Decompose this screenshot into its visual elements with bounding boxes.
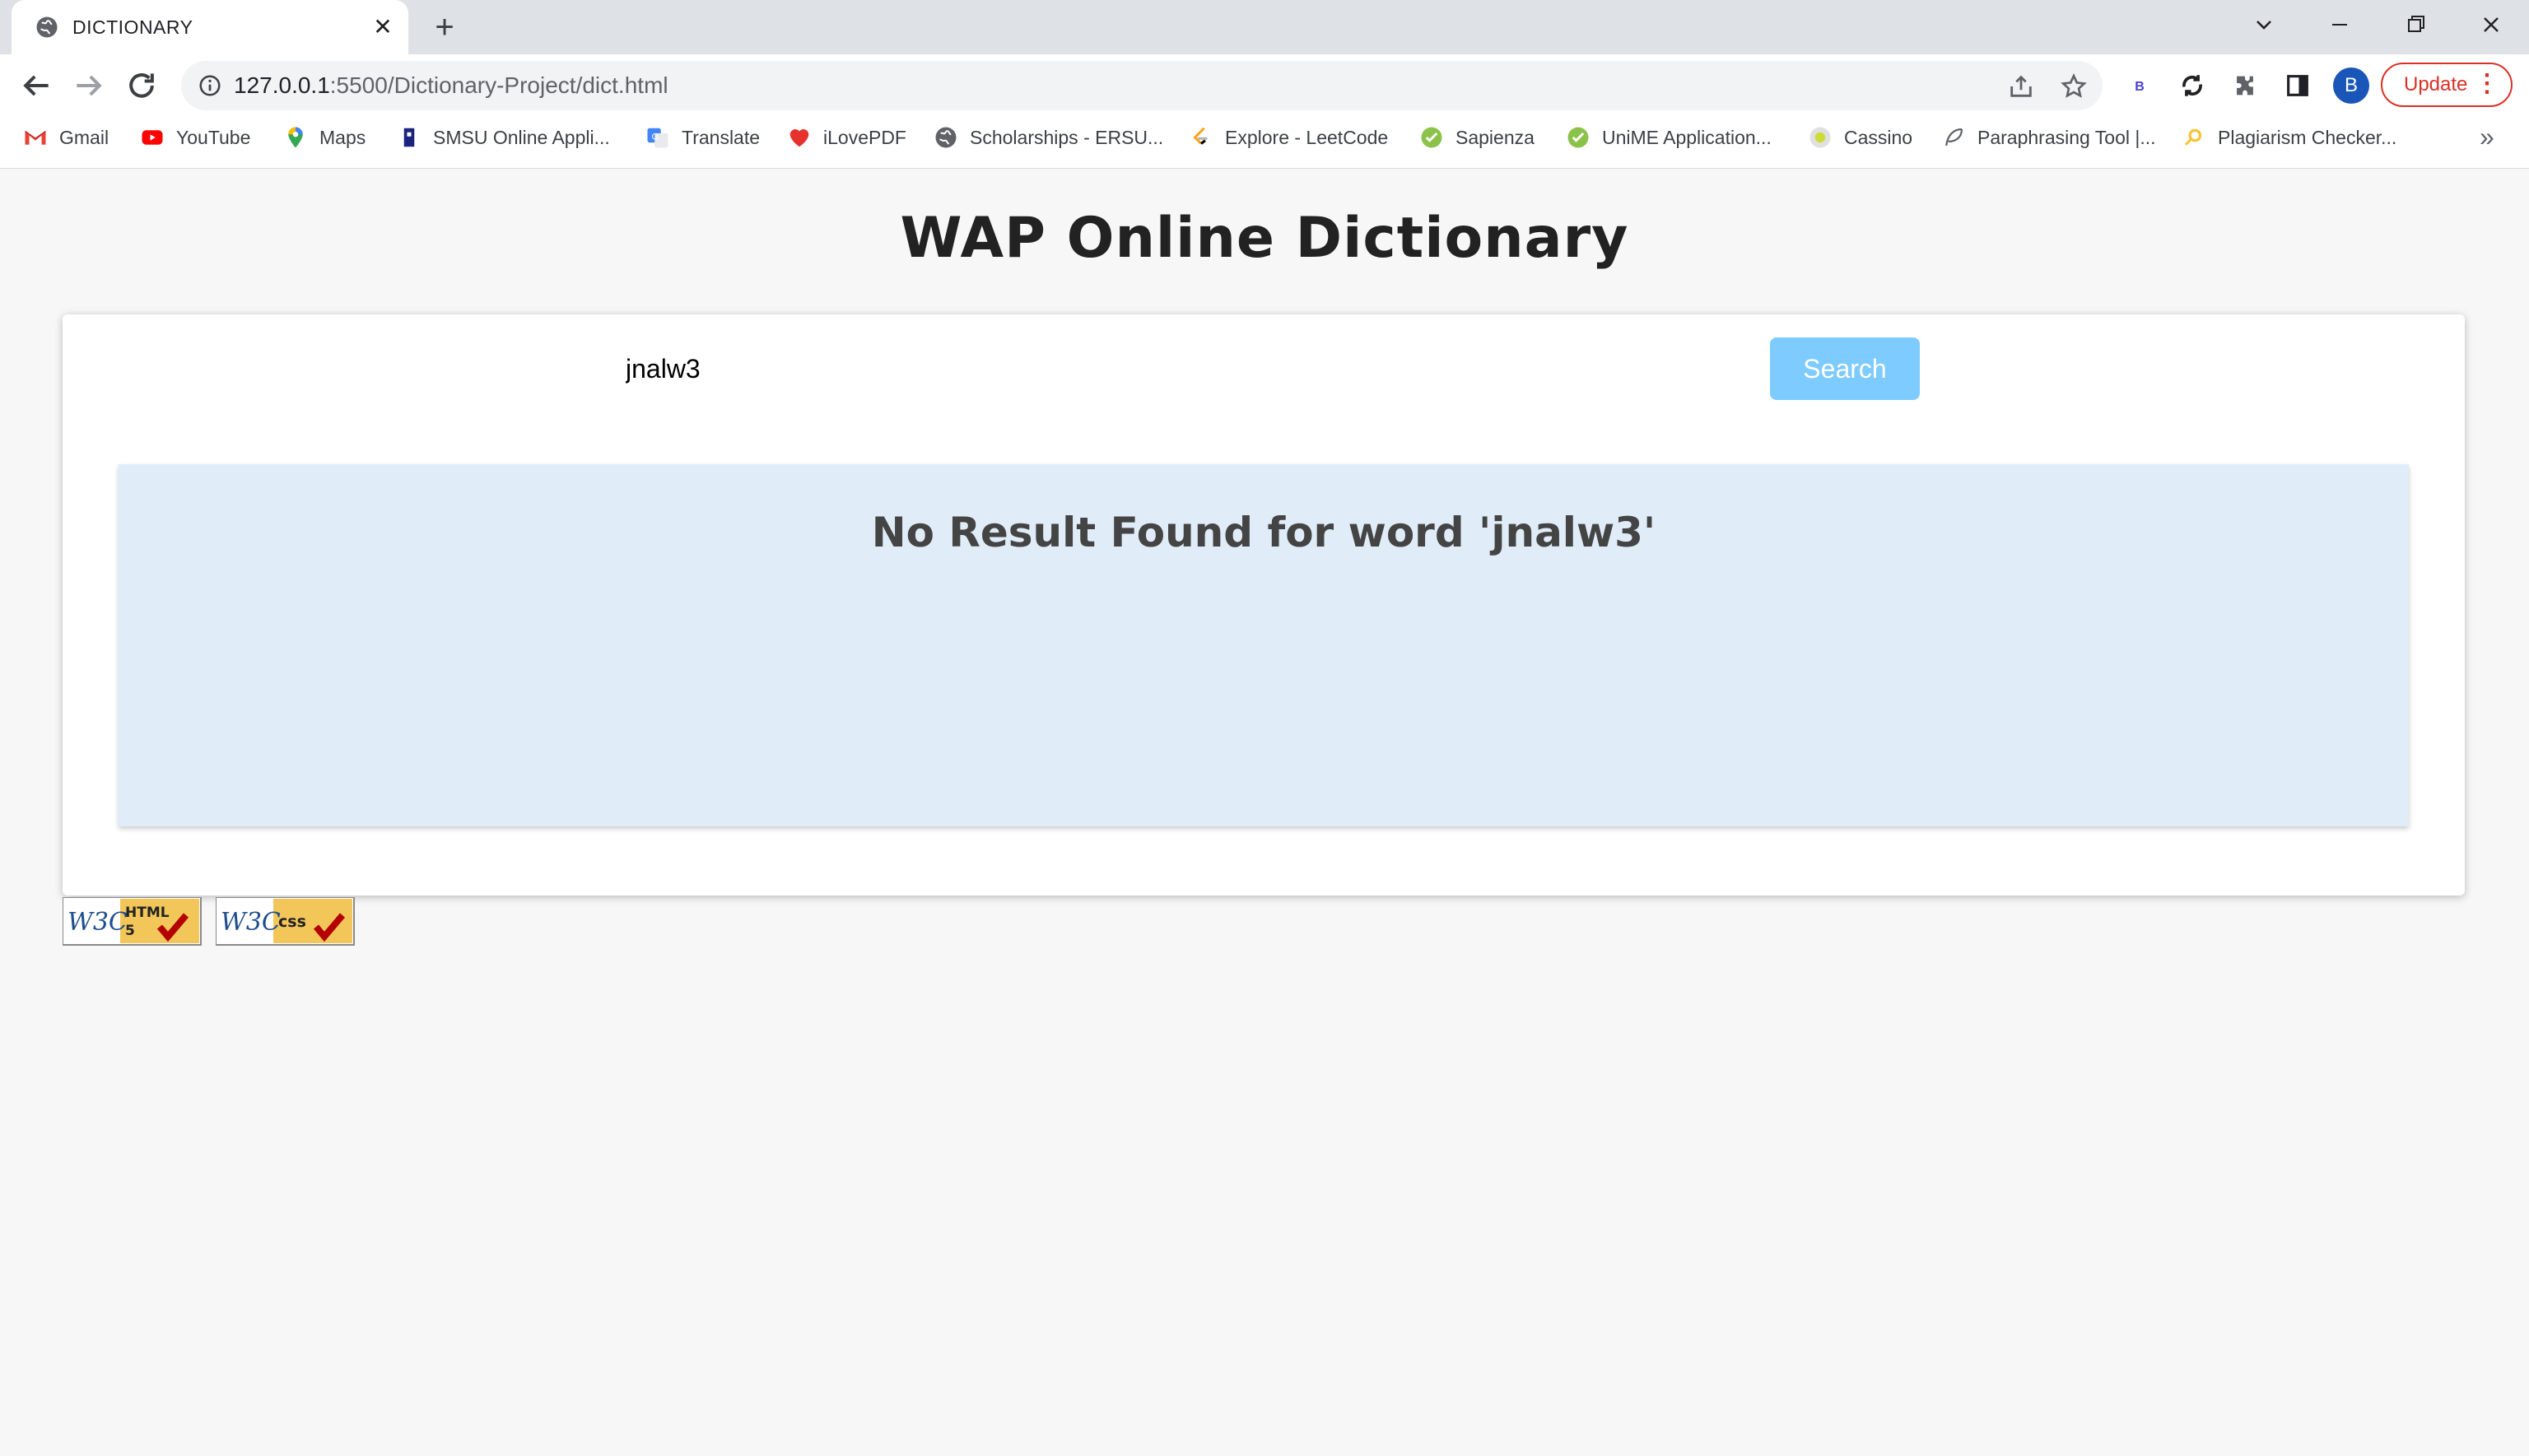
translate-icon: G [647,128,668,148]
bookmark-gmail[interactable]: Gmail [23,117,109,158]
svg-text:css: css [278,913,306,931]
bookmark-ilovepdf[interactable]: iLovePDF [787,117,906,158]
url-host: 127.0.0.1 [234,72,330,98]
reload-icon[interactable] [123,67,160,104]
bookmark-label: Translate [682,126,761,148]
bookmark-label: Plagiarism Checker... [2218,126,2397,148]
maps-icon [288,127,303,148]
forward-arrow-icon[interactable] [71,67,107,104]
tab-title: DICTIONARY [72,16,193,38]
bookmark-label: SMSU Online Appli... [433,126,610,148]
bookmark-sapienza[interactable]: Sapienza [1419,117,1535,158]
globe-icon [935,127,957,148]
bookmark-label: UniME Application... [1602,126,1772,148]
extension-b-icon[interactable]: B [2126,72,2154,100]
address-bar[interactable]: 127.0.0.1:5500/Dictionary-Project/dict.h… [181,61,2103,110]
bookmark-label: Explore - LeetCode [1225,126,1389,148]
cassino-icon [1809,127,1831,148]
update-button[interactable]: Update ⋮ [2381,63,2513,107]
result-message: No Result Found for word 'jnalw3' [871,509,1656,556]
new-tab-button[interactable]: + [428,11,461,44]
w3c-css-badge[interactable]: W3C css [216,897,356,947]
svg-text:W3C: W3C [68,908,128,937]
bookmark-paraphrasing[interactable]: Paraphrasing Tool |... [1941,117,2156,158]
search-button[interactable]: Search [1770,337,1920,400]
extension-b-label: B [2135,80,2145,94]
svg-text:G: G [652,133,659,142]
bookmark-plagiarism[interactable]: Plagiarism Checker... [2182,117,2396,158]
browser-toolbar: 127.0.0.1:5500/Dictionary-Project/dict.h… [0,54,2529,117]
tab-search-dropdown-icon[interactable] [2244,8,2284,41]
tab-close-icon[interactable]: ✕ [369,13,397,41]
bookmarks-overflow-button[interactable]: » [2480,122,2494,152]
minimize-icon[interactable] [2320,8,2359,41]
site-info-icon[interactable] [198,73,222,98]
svg-text:HTML: HTML [125,905,170,921]
leetcode-icon [1193,127,1208,145]
window-close-icon[interactable] [2471,8,2511,41]
bookmark-label: Maps [319,126,366,148]
bookmark-label: YouTube [176,126,251,148]
youtube-icon [142,130,163,145]
bookmark-smsu[interactable]: SMSU Online Appli... [397,117,610,158]
search-input[interactable] [609,337,1767,400]
url-text[interactable]: 127.0.0.1:5500/Dictionary-Project/dict.h… [234,72,668,99]
more-menu-icon[interactable]: ⋮ [2475,64,2499,104]
bookmark-maps[interactable]: Maps [283,117,366,158]
page-title: WAP Online Dictionary [900,206,1629,271]
dictionary-card: Search No Result Found for word 'jnalw3' [63,314,2465,895]
svg-text:W3C: W3C [221,908,281,937]
result-panel: No Result Found for word 'jnalw3' [119,464,2409,826]
bookmark-label: Paraphrasing Tool |... [1977,126,2156,148]
feather-icon [1945,128,1963,147]
bookmark-star-icon[interactable] [2060,72,2088,100]
bookmarks-bar: Gmail YouTube Maps SMSU Online Appli... … [0,117,2529,169]
profile-avatar[interactable]: B [2333,67,2369,104]
bookmark-scholarships[interactable]: Scholarships - ERSU... [934,117,1163,158]
check-circle-icon [1421,127,1442,148]
browser-tab-dictionary[interactable]: DICTIONARY ✕ [12,0,408,54]
back-arrow-icon[interactable] [18,67,54,104]
bookmark-translate[interactable]: G Translate [645,117,760,158]
bookmark-label: Cassino [1844,126,1913,148]
share-icon[interactable] [2007,72,2035,100]
svg-text:5: 5 [125,923,135,939]
update-label: Update [2404,73,2468,95]
restore-icon[interactable] [2396,8,2435,41]
sync-extension-icon[interactable] [2178,72,2206,100]
ilovepdf-icon [789,129,809,147]
bookmark-unime[interactable]: UniME Application... [1566,117,1772,158]
globe-icon [36,16,58,38]
bookmark-label: Sapienza [1455,126,1535,148]
bookmark-cassino[interactable]: Cassino [1808,117,1912,158]
smsu-icon [403,128,415,147]
gmail-icon [25,130,46,145]
url-path: :5500/Dictionary-Project/dict.html [329,72,668,98]
magnifier-icon [2184,128,2201,146]
bookmark-label: Scholarships - ERSU... [970,126,1164,148]
bookmark-leetcode[interactable]: Explore - LeetCode [1189,117,1388,158]
bookmark-youtube[interactable]: YouTube [140,117,250,158]
extensions-puzzle-icon[interactable] [2231,72,2259,100]
side-panel-icon[interactable] [2284,72,2312,100]
check-circle-icon [1567,127,1589,148]
bookmark-label: Gmail [59,126,109,148]
bookmark-label: iLovePDF [823,126,906,148]
browser-tab-strip: DICTIONARY ✕ + [0,0,2529,54]
w3c-html5-badge[interactable]: W3C HTML 5 [63,897,203,947]
